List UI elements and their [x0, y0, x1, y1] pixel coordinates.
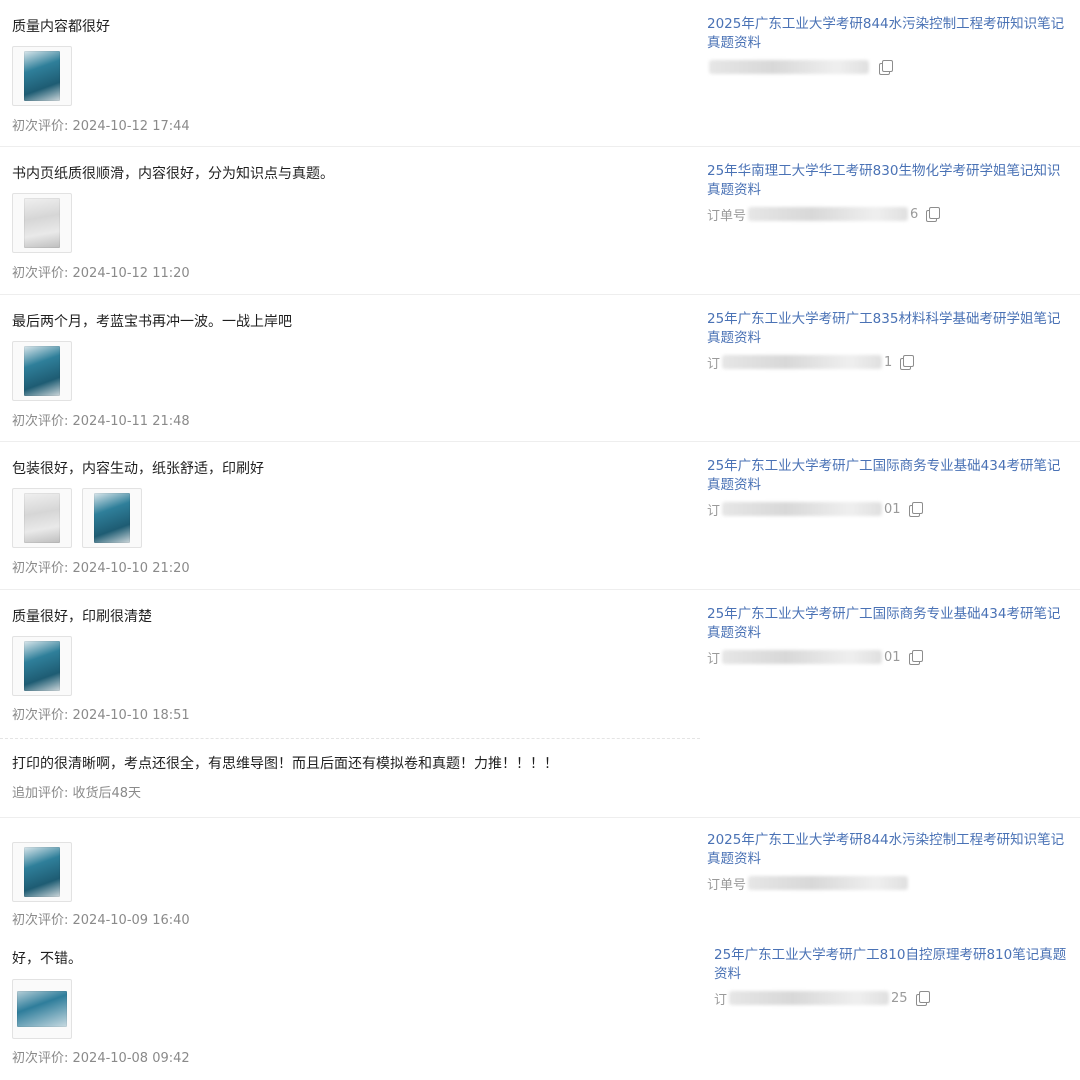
redacted-order-number: [748, 876, 909, 890]
order-number: 订 1: [707, 352, 1067, 372]
review-time: 初次评价: 2024-10-12 17:44: [12, 119, 190, 134]
review-photo-thumbnail[interactable]: [12, 46, 72, 106]
followup-text: 打印的很清晰啊，考点还很全，有思维导图！而且后面还有模拟卷和真题！力推！！！！: [12, 756, 558, 772]
review-text: 好，不错。: [12, 951, 82, 967]
order-number: 订 01: [707, 647, 1067, 667]
order-number: 订单号 6: [707, 204, 1067, 224]
review-text: 质量内容都很好: [12, 19, 110, 35]
copy-icon[interactable]: [877, 59, 893, 75]
product-link[interactable]: 25年华南理工大学华工考研830生物化学考研学姐笔记知识真题资料: [707, 162, 1067, 200]
product-link[interactable]: 25年广东工业大学考研广工835材料科学基础考研学姐笔记真题资料: [707, 310, 1067, 348]
redacted-order-number: [729, 991, 890, 1005]
review-time: 初次评价: 2024-10-09 16:40: [12, 913, 190, 928]
product-link[interactable]: 2025年广东工业大学考研844水污染控制工程考研知识笔记真题资料: [707, 15, 1067, 53]
product-link[interactable]: 25年广东工业大学考研广工国际商务专业基础434考研笔记真题资料: [707, 457, 1067, 495]
review-time: 初次评价: 2024-10-11 21:48: [12, 414, 190, 429]
review-photo-thumbnail[interactable]: [82, 488, 142, 548]
review-time: 初次评价: 2024-10-12 11:20: [12, 266, 190, 281]
divider: [0, 738, 700, 739]
copy-icon[interactable]: [924, 206, 941, 222]
copy-icon[interactable]: [907, 649, 923, 665]
order-number: [707, 57, 1067, 77]
redacted-order-number: [709, 60, 869, 74]
review-time: 初次评价: 2024-10-10 18:51: [12, 708, 190, 723]
review-photo-thumbnail[interactable]: [12, 979, 72, 1039]
product-link[interactable]: 25年广东工业大学考研广工810自控原理考研810笔记真题资料: [714, 946, 1074, 984]
redacted-order-number: [722, 355, 883, 369]
copy-icon[interactable]: [907, 501, 923, 517]
order-number: 订单号: [707, 873, 1067, 893]
divider: [0, 146, 1080, 147]
divider: [0, 589, 1080, 590]
order-number: 订 01: [707, 499, 1067, 519]
redacted-order-number: [748, 207, 909, 221]
followup-time: 追加评价: 收货后48天: [12, 786, 142, 801]
product-link[interactable]: 25年广东工业大学考研广工国际商务专业基础434考研笔记真题资料: [707, 605, 1067, 643]
review-photo-thumbnail[interactable]: [12, 193, 72, 253]
review-photo-thumbnail[interactable]: [12, 341, 72, 401]
order-number: 订 25: [714, 988, 1074, 1008]
copy-icon[interactable]: [914, 990, 930, 1006]
review-time: 初次评价: 2024-10-10 21:20: [12, 561, 190, 576]
copy-icon[interactable]: [898, 354, 915, 370]
product-link[interactable]: 2025年广东工业大学考研844水污染控制工程考研知识笔记真题资料: [707, 831, 1067, 869]
review-time: 初次评价: 2024-10-08 09:42: [12, 1051, 190, 1066]
review-photo-thumbnail[interactable]: [12, 842, 72, 902]
divider: [0, 441, 1080, 442]
review-photo-thumbnail[interactable]: [12, 488, 72, 548]
divider: [0, 817, 1080, 818]
review-text: 最后两个月，考蓝宝书再冲一波。一战上岸吧: [12, 314, 292, 330]
redacted-order-number: [722, 650, 883, 664]
review-text: 包装很好，内容生动，纸张舒适，印刷好: [12, 461, 264, 477]
divider: [0, 294, 1080, 295]
review-text: 质量很好，印刷很清楚: [12, 609, 152, 625]
review-photo-thumbnail[interactable]: [12, 636, 72, 696]
redacted-order-number: [722, 502, 883, 516]
review-text: 书内页纸质很顺滑，内容很好，分为知识点与真题。: [12, 166, 334, 182]
